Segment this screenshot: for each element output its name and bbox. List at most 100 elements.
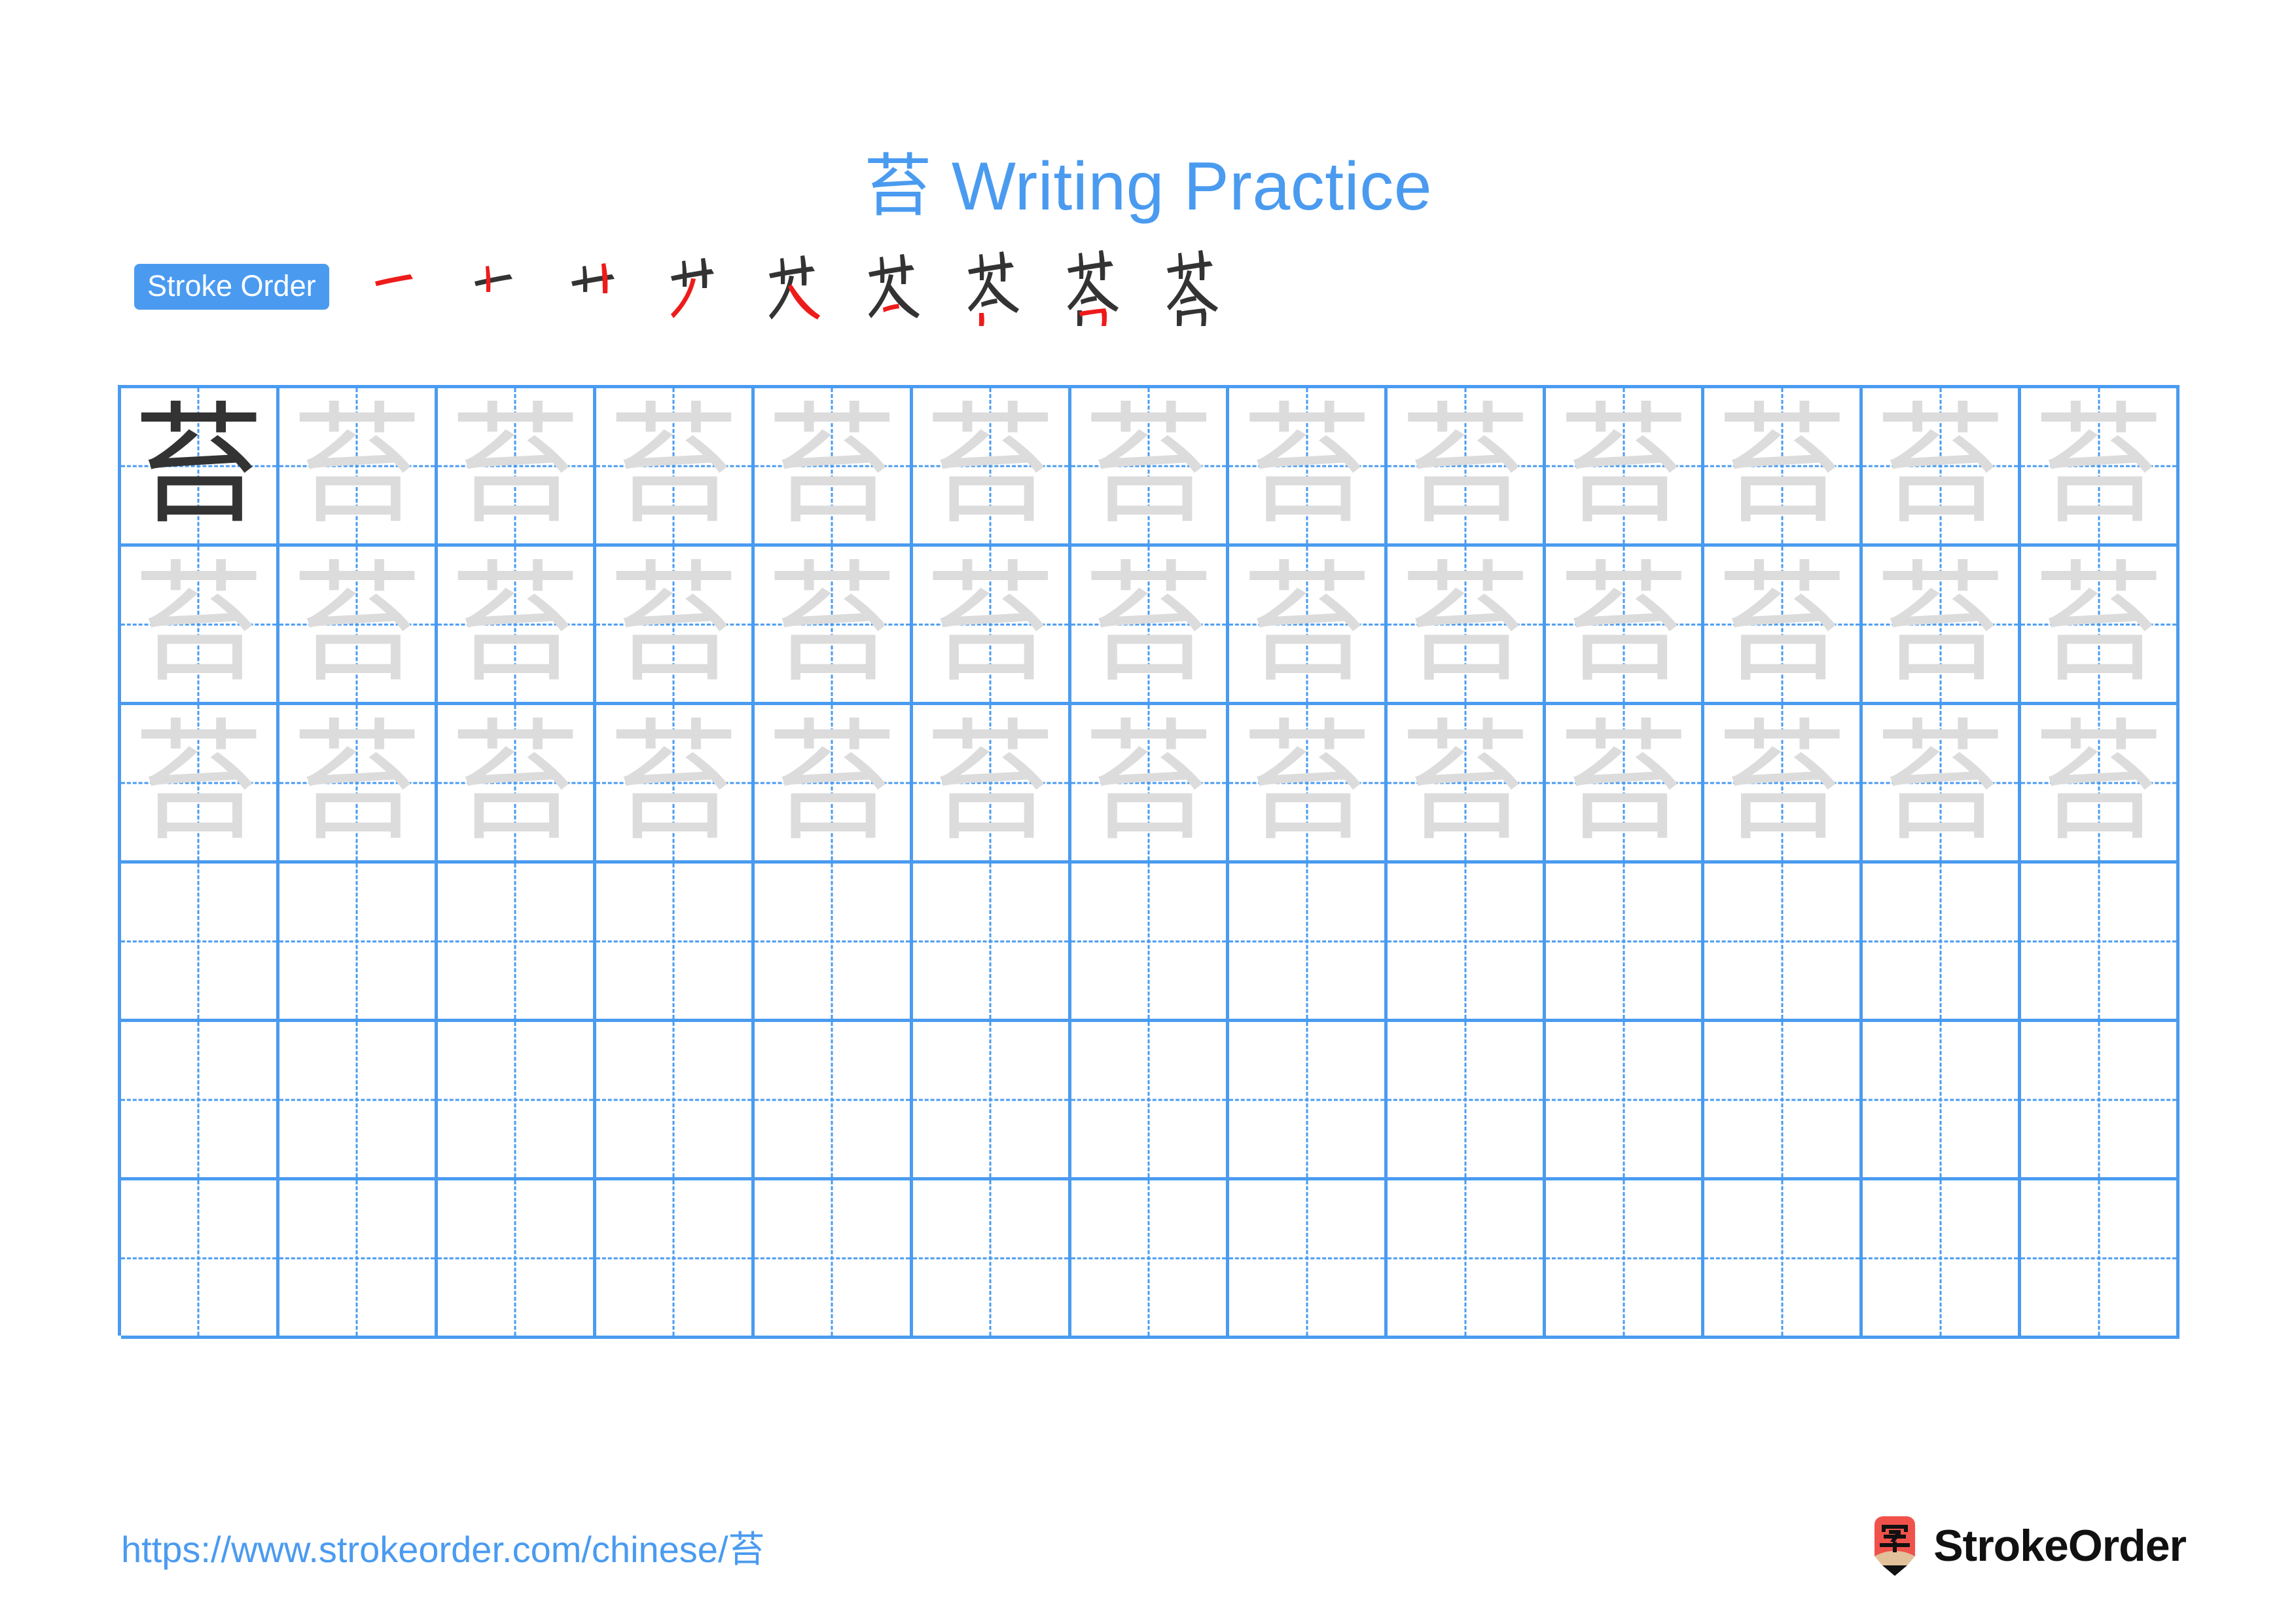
cell-horizontal-guide: [2021, 1099, 2176, 1101]
grid-cell[interactable]: [1546, 1022, 1705, 1180]
trace-character: 苔: [1558, 706, 1689, 859]
grid-cell[interactable]: 苔: [279, 388, 438, 547]
grid-cell[interactable]: 苔: [437, 388, 596, 547]
grid-cell[interactable]: [1388, 864, 1547, 1022]
grid-cell[interactable]: [1863, 1022, 2022, 1180]
trace-character: 苔: [1716, 547, 1848, 701]
grid-cell[interactable]: [754, 864, 913, 1022]
stroke-step-1: [361, 247, 460, 326]
grid-cell[interactable]: 苔: [1704, 388, 1863, 547]
grid-cell[interactable]: 苔: [1229, 705, 1388, 864]
grid-cell[interactable]: 苔: [279, 705, 438, 864]
grid-cell[interactable]: [912, 1022, 1071, 1180]
grid-cell[interactable]: 苔: [754, 705, 913, 864]
grid-cell[interactable]: [596, 864, 755, 1022]
grid-cell[interactable]: [754, 1022, 913, 1180]
grid-cell[interactable]: 苔: [2021, 547, 2179, 705]
trace-character: 苔: [925, 547, 1056, 701]
trace-character: 苔: [2033, 706, 2164, 859]
grid-cell[interactable]: [1229, 1022, 1388, 1180]
cell-horizontal-guide: [1546, 1257, 1702, 1259]
grid-cell[interactable]: 苔: [1863, 705, 2022, 864]
trace-character: 苔: [766, 547, 898, 701]
grid-cell[interactable]: [1863, 1180, 2022, 1339]
grid-cell[interactable]: [1546, 864, 1705, 1022]
grid-cell[interactable]: 苔: [121, 705, 279, 864]
grid-cell[interactable]: 苔: [1704, 705, 1863, 864]
cell-horizontal-guide: [596, 940, 751, 942]
grid-cell[interactable]: [1704, 1022, 1863, 1180]
grid-cell[interactable]: [121, 1180, 279, 1339]
grid-cell[interactable]: [437, 1022, 596, 1180]
grid-cell[interactable]: [1388, 1022, 1547, 1180]
footer-url-link[interactable]: https://www.strokeorder.com/chinese/苔: [121, 1520, 765, 1573]
brand-name: StrokeOrder: [1933, 1521, 2187, 1571]
grid-cell[interactable]: 苔: [121, 388, 279, 547]
grid-cell[interactable]: [1388, 1180, 1547, 1339]
grid-cell[interactable]: 苔: [1071, 388, 1230, 547]
grid-cell[interactable]: [437, 864, 596, 1022]
grid-cell[interactable]: 苔: [1388, 705, 1547, 864]
grid-cell[interactable]: [1071, 864, 1230, 1022]
grid-cell[interactable]: 苔: [912, 547, 1071, 705]
grid-cell[interactable]: [1071, 1022, 1230, 1180]
grid-cell[interactable]: [1071, 1180, 1230, 1339]
grid-cell[interactable]: [912, 864, 1071, 1022]
grid-cell[interactable]: [912, 1180, 1071, 1339]
cell-horizontal-guide: [121, 1099, 276, 1101]
grid-cell[interactable]: [1229, 864, 1388, 1022]
cell-horizontal-guide: [1388, 1099, 1543, 1101]
grid-cell[interactable]: 苔: [1229, 388, 1388, 547]
grid-cell[interactable]: 苔: [1546, 705, 1705, 864]
grid-cell[interactable]: [1229, 1180, 1388, 1339]
grid-cell[interactable]: [754, 1180, 913, 1339]
grid-cell[interactable]: [279, 864, 438, 1022]
grid-cell[interactable]: 苔: [121, 547, 279, 705]
grid-cell[interactable]: 苔: [1863, 547, 2022, 705]
model-character: 苔: [133, 389, 264, 542]
grid-cell[interactable]: [121, 1022, 279, 1180]
grid-cell[interactable]: 苔: [754, 547, 913, 705]
grid-cell[interactable]: 苔: [437, 705, 596, 864]
trace-character: 苔: [450, 706, 581, 859]
grid-cell[interactable]: 苔: [1863, 388, 2022, 547]
grid-cell[interactable]: [1863, 864, 2022, 1022]
grid-cell[interactable]: [596, 1022, 755, 1180]
grid-cell[interactable]: 苔: [596, 547, 755, 705]
grid-cell[interactable]: 苔: [912, 388, 1071, 547]
cell-horizontal-guide: [437, 1257, 593, 1259]
grid-cell[interactable]: 苔: [1704, 547, 1863, 705]
grid-cell[interactable]: 苔: [596, 388, 755, 547]
grid-cell[interactable]: 苔: [1071, 705, 1230, 864]
grid-cell[interactable]: 苔: [1388, 388, 1547, 547]
grid-cell[interactable]: [437, 1180, 596, 1339]
grid-cell[interactable]: 苔: [1546, 388, 1705, 547]
grid-cell[interactable]: 苔: [754, 388, 913, 547]
grid-cell[interactable]: [1704, 864, 1863, 1022]
grid-cell[interactable]: [2021, 864, 2179, 1022]
cell-horizontal-guide: [1071, 1099, 1227, 1101]
grid-cell[interactable]: [279, 1180, 438, 1339]
stroke-step-8: [1057, 247, 1157, 326]
trace-character: 苔: [1241, 706, 1372, 859]
stroke-step-4: [659, 247, 759, 326]
grid-cell[interactable]: 苔: [912, 705, 1071, 864]
cell-horizontal-guide: [912, 1099, 1068, 1101]
grid-cell[interactable]: [2021, 1180, 2179, 1339]
grid-cell[interactable]: 苔: [596, 705, 755, 864]
grid-cell[interactable]: [121, 864, 279, 1022]
grid-cell[interactable]: 苔: [2021, 388, 2179, 547]
grid-cell[interactable]: 苔: [1546, 547, 1705, 705]
trace-character: 苔: [1399, 389, 1531, 542]
grid-cell[interactable]: [2021, 1022, 2179, 1180]
grid-cell[interactable]: [279, 1022, 438, 1180]
grid-cell[interactable]: [1704, 1180, 1863, 1339]
grid-cell[interactable]: 苔: [437, 547, 596, 705]
grid-cell[interactable]: [596, 1180, 755, 1339]
grid-cell[interactable]: 苔: [1229, 547, 1388, 705]
grid-cell[interactable]: [1546, 1180, 1705, 1339]
grid-cell[interactable]: 苔: [1071, 547, 1230, 705]
grid-cell[interactable]: 苔: [1388, 547, 1547, 705]
grid-cell[interactable]: 苔: [279, 547, 438, 705]
grid-cell[interactable]: 苔: [2021, 705, 2179, 864]
